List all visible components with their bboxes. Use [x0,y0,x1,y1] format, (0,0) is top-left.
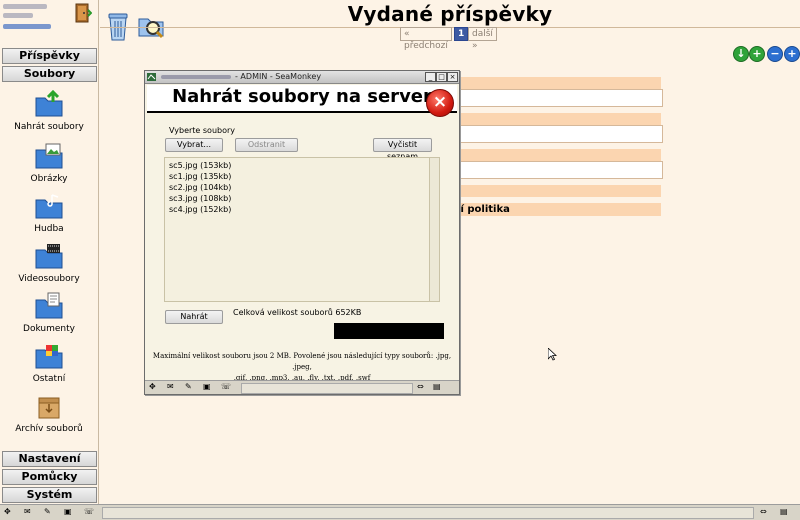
plus-blue-icon[interactable]: + [784,46,800,62]
folder-music-icon [35,194,63,219]
addressbook-icon[interactable]: ▣ [203,383,214,391]
sidebar-item-label: Videosoubory [18,274,80,284]
content-bar [444,185,661,197]
sidebar-item-label: Nahrát soubory [14,122,84,132]
sidebar-item-ostatni[interactable]: Ostatní [0,342,98,384]
upload-limits-line: Maximální velikost souboru jsou 2 MB. Po… [152,352,452,371]
chat-icon[interactable]: ☏ [221,383,232,391]
minimize-icon[interactable]: _ [425,72,436,82]
mail-icon[interactable]: ✉ [167,383,178,391]
online-icon[interactable]: ⇔ [417,383,428,391]
popup-heading: Nahrát soubory na server [172,86,432,107]
list-item[interactable]: sc4.jpg (152kb) [169,205,231,214]
page-title: Vydané příspěvky [347,2,553,26]
folder-other-icon [35,345,63,369]
upload-popup-window: - ADMIN - SeaMonkey _ □ × Nahrát soubory… [144,70,460,395]
popup-statusbar: ✥ ✉ ✎ ▣ ☏ ⇔ ▤ [145,380,459,394]
navigator-icon[interactable]: ✥ [149,383,160,391]
folder-upload-icon [35,90,63,117]
logout-door-icon[interactable] [74,2,93,24]
content-field[interactable] [444,89,663,107]
mail-icon[interactable]: ✉ [24,508,35,516]
window-title-blurred [161,75,231,79]
sidebar-item-nahrat-soubory[interactable]: Nahrát soubory [0,90,98,132]
folder-video-icon [35,244,63,269]
user-info [0,0,98,44]
total-size-text: Celková velikost souborů 652KB [233,308,362,317]
list-item[interactable]: sc5.jpg (153kb) [169,161,231,170]
file-list-scrollbar[interactable] [429,158,439,301]
list-item[interactable]: sc2.jpg (104kb) [169,183,231,192]
pager-current-page[interactable]: 1 [454,27,469,41]
sidebar-item-label: Dokumenty [23,324,75,334]
addressbook-icon[interactable]: ▣ [64,508,75,516]
sidebar-item-obrazky[interactable]: Obrázky [0,142,98,184]
file-list[interactable]: sc5.jpg (153kb) sc1.jpg (135kb) sc2.jpg … [164,157,440,302]
composer-icon[interactable]: ✎ [44,508,55,516]
sidebar-item-hudba[interactable]: Hudba [0,192,98,234]
content-field[interactable] [444,161,663,179]
content-field[interactable] [444,125,663,143]
folder-images-icon [35,143,63,169]
content-bar [444,113,661,125]
upload-button[interactable]: Nahrát [165,310,223,324]
popup-titlebar[interactable]: - ADMIN - SeaMonkey _ □ × [145,71,459,84]
pager-next[interactable]: další » [468,27,497,51]
content-bar-label: iční politika [444,203,661,216]
sidebar-item-label: Hudba [34,224,64,234]
content-bar [444,77,661,89]
section-nastaveni[interactable]: Nastavení [2,451,97,467]
clear-list-button[interactable]: Vyčistit seznam [373,138,432,161]
user-link-blurred[interactable] [3,24,51,29]
minus-icon[interactable]: − [767,46,783,62]
select-files-label: Vyberte soubory [169,126,236,135]
window-close-icon[interactable]: × [447,72,458,82]
list-item[interactable]: sc3.jpg (108kb) [169,194,231,203]
add-icon[interactable]: + [749,46,765,62]
popup-header: Nahrát soubory na server [147,85,457,113]
security-icon[interactable]: ▤ [433,383,444,391]
browser-statusbar: ✥ ✉ ✎ ▣ ☏ ⇔ ▤ [0,504,800,520]
popup-window-title: - ADMIN - SeaMonkey [235,72,322,81]
arrow-down-icon[interactable]: ↓ [733,46,749,62]
online-icon[interactable]: ⇔ [760,508,771,516]
section-soubory[interactable]: Soubory [2,66,97,82]
status-field [241,383,413,394]
sidebar-item-label: Ostatní [32,374,66,384]
sidebar-item-dokumenty[interactable]: Dokumenty [0,292,98,334]
mouse-cursor-icon [548,348,557,361]
sidebar-item-archiv-souboru[interactable]: Archív souborů [0,392,98,434]
maximize-icon[interactable]: □ [436,72,447,82]
section-system[interactable]: Systém [2,487,97,503]
choose-files-button[interactable]: Vybrat... [165,138,223,152]
content-bar [444,149,661,161]
sidebar-item-label: Archív souborů [15,424,83,434]
progress-area [334,323,444,339]
sidebar-item-videosoubory[interactable]: Videosoubory [0,242,98,284]
sidebar: Příspěvky Soubory Nahrát soubory Obrázky… [0,0,99,504]
archive-box-icon [38,397,60,419]
close-x-icon[interactable]: × [426,89,454,117]
section-prispevky[interactable]: Příspěvky [2,48,97,64]
remove-file-button[interactable]: Odstranit [235,138,298,152]
pager-previous[interactable]: « předchozí [400,27,452,51]
status-field [102,507,754,519]
folder-documents-icon [35,292,63,319]
user-name-blurred [3,4,47,9]
sidebar-item-label: Obrázky [30,174,68,184]
chat-icon[interactable]: ☏ [84,508,95,516]
security-icon[interactable]: ▤ [780,508,791,516]
navigator-icon[interactable]: ✥ [4,508,15,516]
section-pomucky[interactable]: Pomůcky [2,469,97,485]
user-role-blurred [3,13,33,18]
composer-icon[interactable]: ✎ [185,383,196,391]
browser-app-icon [147,73,156,81]
list-item[interactable]: sc1.jpg (135kb) [169,172,231,181]
